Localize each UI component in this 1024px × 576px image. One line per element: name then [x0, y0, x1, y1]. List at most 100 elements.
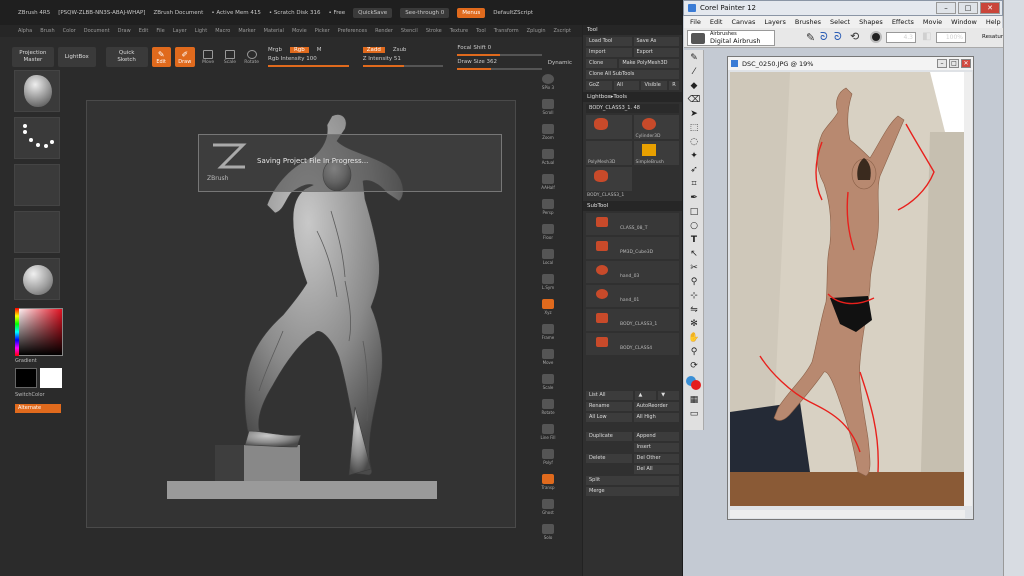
dropper-tool-icon[interactable]: ⁄	[687, 66, 701, 78]
menus-toggle[interactable]: Menus	[457, 7, 486, 18]
menu-alpha[interactable]: Alpha	[18, 28, 32, 34]
mirror-icon[interactable]: ⇋	[687, 304, 701, 316]
stroke-type-icon[interactable]: ᘐ	[820, 30, 828, 44]
zsub-button[interactable]: Zsub	[393, 47, 407, 53]
solo-button[interactable]: Solo	[536, 520, 560, 544]
autoreorder-button[interactable]: AutoReorder	[633, 402, 679, 411]
painter-menu-canvas[interactable]: Canvas	[731, 18, 755, 26]
menu-picker[interactable]: Picker	[315, 28, 330, 34]
rect-select-icon[interactable]: ⬚	[687, 122, 701, 134]
delete-button[interactable]: Delete	[586, 454, 632, 463]
edit-mode-button[interactable]: ✎ Edit	[151, 47, 171, 67]
document-vertical-scrollbar[interactable]	[964, 72, 972, 506]
dynamic-button[interactable]: Dynamic	[548, 60, 572, 66]
magnifier-icon[interactable]: ⚲	[687, 346, 701, 358]
doc-minimize-icon[interactable]: –	[937, 59, 947, 68]
text-tool-icon[interactable]: T	[687, 234, 701, 246]
make-polymesh-button[interactable]: Make PolyMesh3D	[619, 59, 679, 68]
scissors-icon[interactable]: ✂	[687, 262, 701, 274]
switch-color-button[interactable]: SwitchColor	[15, 392, 45, 398]
local-button[interactable]: Local	[536, 245, 560, 269]
reference-photo-canvas[interactable]	[730, 72, 965, 506]
menu-preferences[interactable]: Preferences	[338, 28, 367, 34]
all-low-button[interactable]: All Low	[586, 413, 632, 422]
menu-stroke[interactable]: Stroke	[426, 28, 442, 34]
quick-sketch-button[interactable]: Quick Sketch	[105, 47, 148, 67]
rectangle-shape-icon[interactable]: □	[687, 206, 701, 218]
painter-menu-select[interactable]: Select	[830, 18, 850, 26]
minimize-icon[interactable]: –	[936, 2, 956, 14]
menu-stencil[interactable]: Stencil	[401, 28, 418, 34]
rgb-intensity-slider[interactable]	[268, 65, 349, 67]
gradient-label[interactable]: Gradient	[15, 358, 37, 364]
painter-menu-help[interactable]: Help	[986, 18, 1001, 26]
menu-file[interactable]: File	[156, 28, 164, 34]
tool-palette-title[interactable]: Tool	[583, 25, 682, 35]
clone-button[interactable]: Clone	[586, 59, 618, 68]
secondary-color-swatch[interactable]	[40, 368, 62, 388]
painter-menu-effects[interactable]: Effects	[892, 18, 914, 26]
eraser-tool-icon[interactable]: ⌫	[687, 94, 701, 106]
lightbox-tools-button[interactable]: Lightbox▸Tools	[583, 92, 682, 102]
painter-menu-brushes[interactable]: Brushes	[795, 18, 821, 26]
menu-material[interactable]: Material	[264, 28, 284, 34]
subtool-item[interactable]: PM3D_Cube3D	[586, 237, 679, 259]
alternate-button[interactable]: Alternate	[15, 404, 61, 413]
rotate-mode-button[interactable]: Rotate	[242, 47, 261, 67]
up-arrow-icon[interactable]: ▲	[635, 391, 657, 400]
ghost-button[interactable]: Ghost	[536, 495, 560, 519]
merge-button[interactable]: Merge	[586, 487, 679, 496]
opacity-field[interactable]: 100%	[936, 32, 966, 43]
menu-draw[interactable]: Draw	[118, 28, 131, 34]
menu-texture[interactable]: Texture	[450, 28, 468, 34]
shelf-move-button[interactable]: Move	[536, 345, 560, 369]
hue-strip[interactable]	[15, 308, 19, 356]
del-other-button[interactable]: Del Other	[633, 454, 679, 463]
lightbox-button[interactable]: LightBox	[57, 47, 96, 67]
brush-selector[interactable]: Airbrushes Digital Airbrush	[687, 30, 775, 46]
see-through-slider[interactable]: See-through 0	[400, 7, 450, 18]
magic-wand-icon[interactable]: ✦	[687, 150, 701, 162]
visible-button[interactable]: Visible	[641, 81, 668, 90]
menu-zscript[interactable]: Zscript	[554, 28, 571, 34]
import-button[interactable]: Import	[586, 48, 632, 57]
frame-button[interactable]: Frame	[536, 320, 560, 344]
alpha-picker[interactable]	[14, 164, 60, 206]
default-zscript-button[interactable]: DefaultZScript	[493, 10, 533, 16]
menu-transform[interactable]: Transform	[494, 28, 519, 34]
material2-picker[interactable]	[14, 258, 60, 300]
all-high-button[interactable]: All High	[633, 413, 679, 422]
close-icon[interactable]: ✕	[980, 2, 1000, 14]
doc-close-icon[interactable]: ✕	[961, 59, 971, 68]
subtool-item[interactable]: BODY_CLASS3_1	[586, 309, 679, 331]
append-button[interactable]: Append	[633, 432, 679, 441]
actual-button[interactable]: Actual	[536, 145, 560, 169]
zadd-button[interactable]: Zadd	[362, 47, 385, 53]
painter-menu-edit[interactable]: Edit	[710, 18, 723, 26]
r-button[interactable]: R	[669, 81, 680, 90]
shelf-scale-button[interactable]: Scale	[536, 370, 560, 394]
pen-icon[interactable]: ✎	[806, 31, 815, 44]
pattern-selector-icon[interactable]: ▭	[687, 408, 701, 420]
rename-button[interactable]: Rename	[586, 402, 632, 411]
painter-menu-file[interactable]: File	[690, 18, 701, 26]
rotate-page-icon[interactable]: ⟳	[687, 360, 701, 372]
tool-thumb-simplebrush[interactable]: SimpleBrush	[633, 141, 679, 165]
all-button[interactable]: All	[613, 81, 640, 90]
painter-menu-layers[interactable]: Layers	[764, 18, 786, 26]
material-picker[interactable]	[14, 70, 60, 112]
zoom-button[interactable]: Zoom	[536, 120, 560, 144]
menu-edit[interactable]: Edit	[139, 28, 149, 34]
load-tool-button[interactable]: Load Tool	[586, 37, 632, 46]
quicksave-button[interactable]: QuickSave	[353, 7, 393, 18]
rubber-stamp-icon[interactable]: ⚲	[687, 276, 701, 288]
stroke-picker[interactable]	[14, 117, 60, 159]
transp-button[interactable]: Transp	[536, 470, 560, 494]
split-button[interactable]: Split	[586, 476, 679, 485]
down-arrow-icon[interactable]: ▼	[658, 391, 679, 400]
current-tool-slider[interactable]: BODY_CLASS3_1. 48	[586, 104, 679, 113]
goz-button[interactable]: GoZ	[586, 81, 612, 90]
aahalf-button[interactable]: AAHalf	[536, 170, 560, 194]
selection-adjuster-icon[interactable]: ➶	[687, 164, 701, 176]
menu-brush[interactable]: Brush	[40, 28, 54, 34]
